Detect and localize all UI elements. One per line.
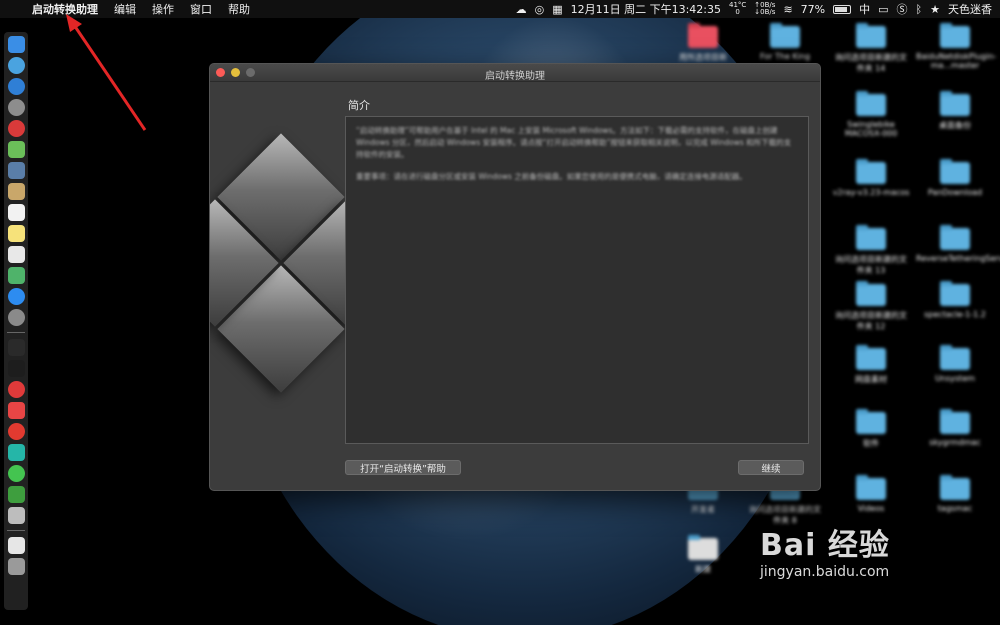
watermark-url: jingyan.baidu.com xyxy=(760,564,890,580)
baidu-watermark: Bai 经验 jingyan.baidu.com xyxy=(760,520,970,600)
watermark-logo: Bai 经验 xyxy=(760,528,890,563)
